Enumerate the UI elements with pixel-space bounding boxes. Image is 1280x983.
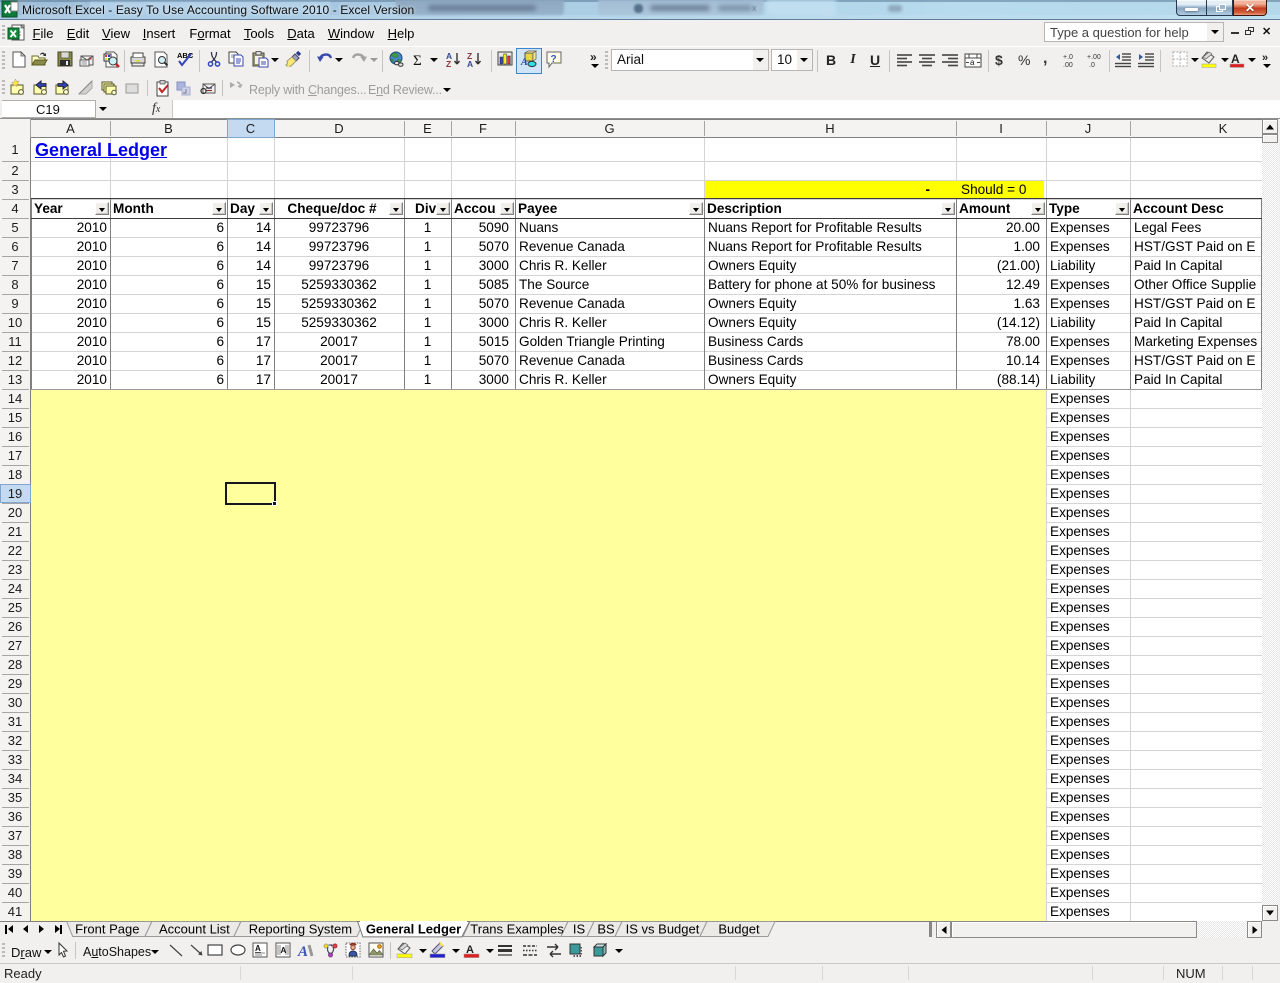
svg-text:A: A	[520, 57, 528, 68]
svg-text:.00: .00	[1063, 62, 1073, 69]
svg-text:+.0: +.0	[1063, 54, 1073, 61]
svg-text:IS vs Budget: IS vs Budget	[626, 922, 700, 937]
svg-text:IS: IS	[573, 922, 586, 937]
svg-text:Front Page: Front Page	[75, 922, 139, 937]
svg-text:+.00: +.00	[1087, 54, 1101, 61]
svg-text:Reporting System: Reporting System	[249, 922, 352, 937]
svg-text:Σ: Σ	[413, 53, 422, 69]
svg-text:A: A	[281, 946, 287, 955]
svg-text:A: A	[297, 944, 308, 960]
svg-text:BS: BS	[597, 922, 615, 937]
svg-text:Account List: Account List	[159, 922, 230, 937]
svg-text:General Ledger: General Ledger	[366, 922, 461, 937]
svg-text:?: ?	[551, 54, 557, 65]
svg-text:A: A	[467, 59, 473, 69]
svg-text:a: a	[970, 58, 975, 67]
svg-text:Z: Z	[446, 59, 451, 69]
svg-text:A: A	[255, 944, 261, 953]
svg-text:.0: .0	[1089, 62, 1095, 69]
svg-text:Trans Examples: Trans Examples	[470, 922, 564, 937]
svg-text:ABC: ABC	[177, 51, 194, 60]
svg-text:Budget: Budget	[718, 922, 760, 937]
